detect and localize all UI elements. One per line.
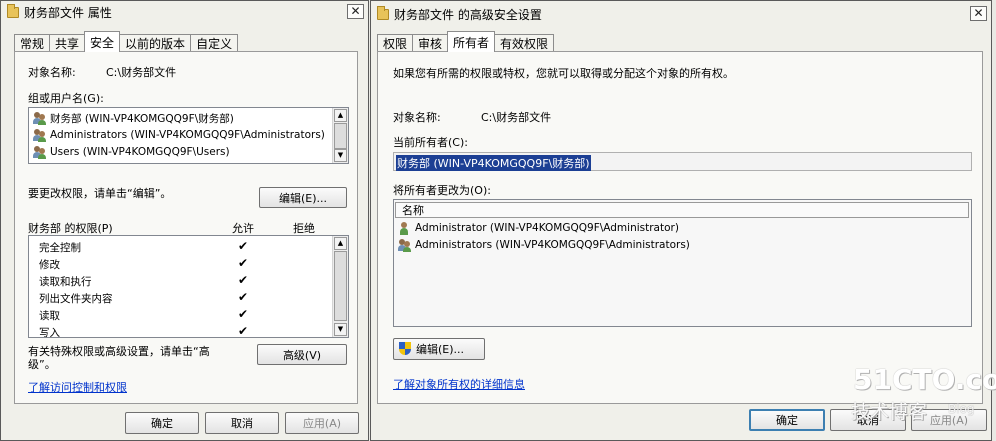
- allow-check-icon: ✔: [237, 273, 249, 287]
- watermark-brand: 51CTO.com: [853, 363, 996, 396]
- tab-general[interactable]: 常规: [14, 34, 51, 52]
- allow-header: 允许: [232, 222, 254, 235]
- learn-ownership-link[interactable]: 了解对象所有权的详细信息: [393, 376, 525, 392]
- properties-window: 财务部文件 属性 ✕ 常规 共享 安全 以前的版本 自定义 对象名称: C:\财…: [0, 0, 369, 441]
- list-item[interactable]: 财务部 (WIN-VP4KOMGQQ9F\财务部): [33, 110, 234, 126]
- current-owner-field[interactable]: 财务部 (WIN-VP4KOMGQQ9F\财务部): [393, 152, 972, 171]
- security-panel: 对象名称: C:\财务部文件 组或用户名(G): 财务部 (WIN-VP4KOM…: [14, 51, 358, 404]
- scroll-up-icon[interactable]: ▲: [334, 109, 347, 122]
- user-group-icon: [398, 238, 412, 252]
- group-name: 财务部 (WIN-VP4KOMGQQ9F\财务部): [50, 112, 234, 125]
- allow-check-icon: ✔: [237, 256, 249, 270]
- allow-check-icon: ✔: [237, 290, 249, 304]
- allow-check-icon: ✔: [237, 239, 249, 253]
- object-name-value: C:\财务部文件: [481, 111, 552, 124]
- object-name-value: C:\财务部文件: [106, 66, 177, 79]
- owner-candidates-list[interactable]: 名称 Administrator (WIN-VP4KOMGQQ9F\Admini…: [393, 199, 972, 327]
- permission-row: 修改: [39, 256, 60, 272]
- list-item[interactable]: Administrator (WIN-VP4KOMGQQ9F\Administr…: [398, 220, 679, 236]
- cancel-button[interactable]: 取消: [205, 412, 279, 434]
- learn-access-control-link[interactable]: 了解访问控制和权限: [28, 379, 127, 395]
- object-name-label: 对象名称:: [393, 111, 441, 124]
- permission-name: 列出文件夹内容: [39, 292, 113, 305]
- close-button[interactable]: ✕: [347, 4, 364, 19]
- folder-icon: [377, 5, 389, 20]
- groups-label: 组或用户名(G):: [28, 92, 104, 105]
- allow-check-icon: ✔: [237, 307, 249, 321]
- group-name: Users (WIN-VP4KOMGQQ9F\Users): [50, 146, 230, 158]
- scroll-thumb[interactable]: [334, 251, 347, 321]
- user-icon: [398, 221, 412, 235]
- permission-row: 读取: [39, 307, 60, 323]
- permissions-list[interactable]: 完全控制 ✔ 修改 ✔ 读取和执行 ✔ 列出文件夹内容 ✔ 读取 ✔ 写入 ✔ …: [28, 235, 349, 338]
- permissions-header: 财务部 的权限(P): [28, 222, 113, 235]
- ownership-info: 如果您有所需的权限或特权，您就可以取得或分配这个对象的所有权。: [393, 67, 734, 80]
- edit-owner-label: 编辑(E)...: [416, 343, 465, 356]
- ok-button[interactable]: 确定: [125, 412, 199, 434]
- list-item[interactable]: Administrators (WIN-VP4KOMGQQ9F\Administ…: [33, 127, 325, 143]
- permission-row: 读取和执行: [39, 273, 92, 289]
- edit-owner-button[interactable]: 编辑(E)...: [393, 338, 485, 360]
- groups-list[interactable]: 财务部 (WIN-VP4KOMGQQ9F\财务部) Administrators…: [28, 107, 349, 164]
- tab-permissions[interactable]: 权限: [377, 34, 414, 52]
- current-owner-value: 财务部 (WIN-VP4KOMGQQ9F\财务部): [396, 155, 591, 171]
- permissions-scrollbar[interactable]: ▲ ▼: [332, 236, 348, 337]
- permission-name: 修改: [39, 258, 60, 271]
- ok-button[interactable]: 确定: [749, 409, 825, 431]
- allow-check-icon: ✔: [237, 324, 249, 338]
- user-group-icon: [33, 128, 47, 142]
- tab-sharing[interactable]: 共享: [49, 34, 86, 52]
- change-owner-label: 将所有者更改为(O):: [393, 184, 491, 197]
- edit-button[interactable]: 编辑(E)...: [259, 187, 347, 208]
- change-permission-hint: 要更改权限，请单击“编辑”。: [28, 187, 172, 200]
- object-name-label: 对象名称:: [28, 66, 76, 79]
- groups-scrollbar[interactable]: ▲ ▼: [332, 108, 348, 163]
- tab-owner[interactable]: 所有者: [447, 31, 496, 52]
- permission-name: 完全控制: [39, 241, 81, 254]
- advanced-titlebar: 财务部文件 的高级安全设置 ✕: [371, 1, 991, 27]
- properties-titlebar: 财务部文件 属性 ✕: [1, 1, 368, 23]
- uac-shield-icon: [399, 342, 412, 356]
- permission-name: 读取: [39, 309, 60, 322]
- advanced-title: 财务部文件 的高级安全设置: [394, 7, 542, 22]
- properties-title: 财务部文件 属性: [24, 5, 112, 20]
- properties-tabs: 常规 共享 安全 以前的版本 自定义: [14, 30, 239, 52]
- advanced-tabs: 权限 审核 所有者 有效权限: [377, 30, 555, 52]
- current-owner-label: 当前所有者(C):: [393, 136, 468, 149]
- watermark-sub: 技术博客: [851, 401, 928, 423]
- tab-previous-versions[interactable]: 以前的版本: [119, 34, 192, 52]
- special-permission-hint-2: 级”。: [28, 358, 56, 371]
- tab-auditing[interactable]: 审核: [412, 34, 449, 52]
- name-column-header[interactable]: 名称: [395, 202, 969, 218]
- scroll-down-icon[interactable]: ▼: [334, 149, 347, 162]
- permission-name: 写入: [39, 326, 60, 338]
- owner-name: Administrator (WIN-VP4KOMGQQ9F\Administr…: [415, 222, 679, 234]
- deny-header: 拒绝: [293, 222, 315, 235]
- advanced-button[interactable]: 高级(V): [257, 344, 347, 365]
- owner-name: Administrators (WIN-VP4KOMGQQ9F\Administ…: [415, 239, 690, 251]
- permission-row: 列出文件夹内容: [39, 290, 113, 306]
- list-item[interactable]: Administrators (WIN-VP4KOMGQQ9F\Administ…: [398, 237, 690, 253]
- permission-row: 完全控制: [39, 239, 81, 255]
- owner-panel: 如果您有所需的权限或特权，您就可以取得或分配这个对象的所有权。 对象名称: C:…: [377, 51, 983, 404]
- apply-button[interactable]: 应用(A): [285, 412, 359, 434]
- folder-icon: [7, 3, 19, 18]
- scroll-up-icon[interactable]: ▲: [334, 237, 347, 250]
- tab-customize[interactable]: 自定义: [190, 34, 239, 52]
- group-name: Administrators (WIN-VP4KOMGQQ9F\Administ…: [50, 129, 325, 141]
- tab-effective-permissions[interactable]: 有效权限: [494, 34, 555, 52]
- user-group-icon: [33, 145, 47, 159]
- watermark-blog: Blog: [948, 402, 975, 416]
- tab-security[interactable]: 安全: [84, 31, 121, 52]
- list-item[interactable]: Users (WIN-VP4KOMGQQ9F\Users): [33, 144, 230, 160]
- close-button[interactable]: ✕: [970, 6, 987, 21]
- permission-name: 读取和执行: [39, 275, 92, 288]
- scroll-down-icon[interactable]: ▼: [334, 323, 347, 336]
- user-group-icon: [33, 111, 47, 125]
- permission-row: 写入: [39, 324, 60, 338]
- scroll-thumb[interactable]: [334, 123, 347, 149]
